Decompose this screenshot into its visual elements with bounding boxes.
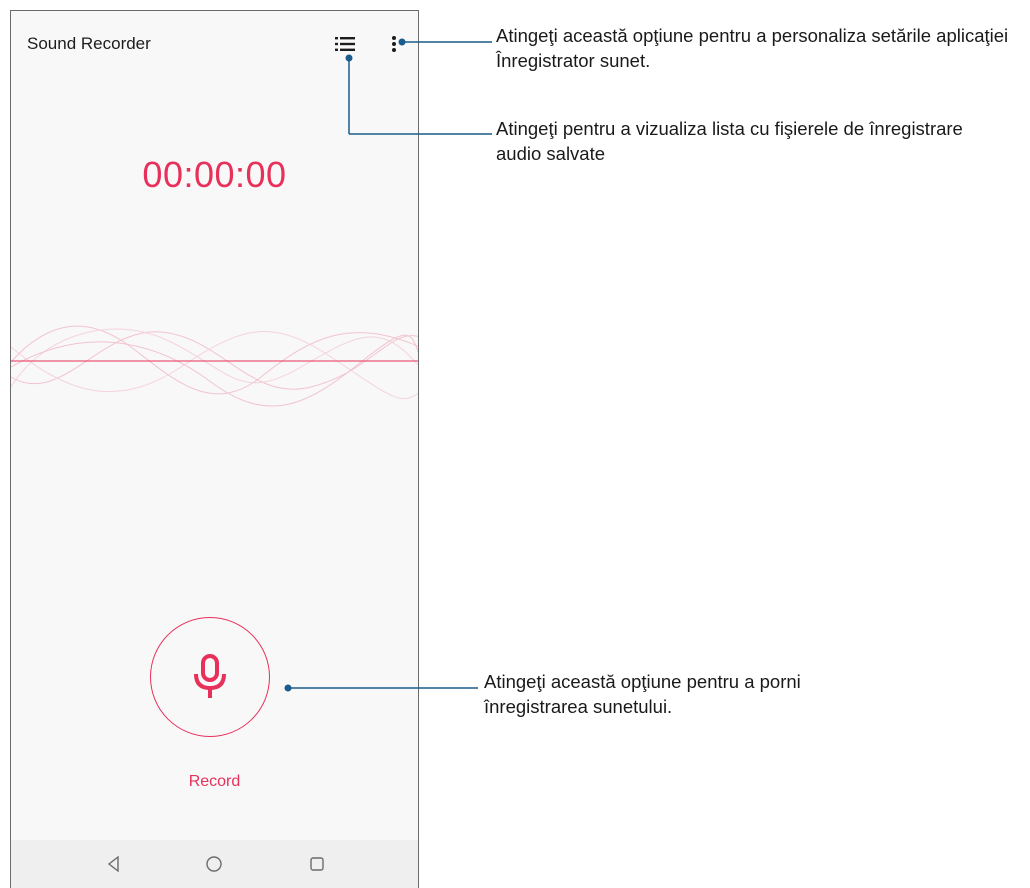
callout-record: Atingeţi această opţiune pentru a porni … [484,671,801,717]
callout-recordings-list: Atingeţi pentru a vizualiza lista cu fiş… [496,118,963,164]
callout-settings: Atingeţi această opţiune pentru a person… [496,25,1009,71]
